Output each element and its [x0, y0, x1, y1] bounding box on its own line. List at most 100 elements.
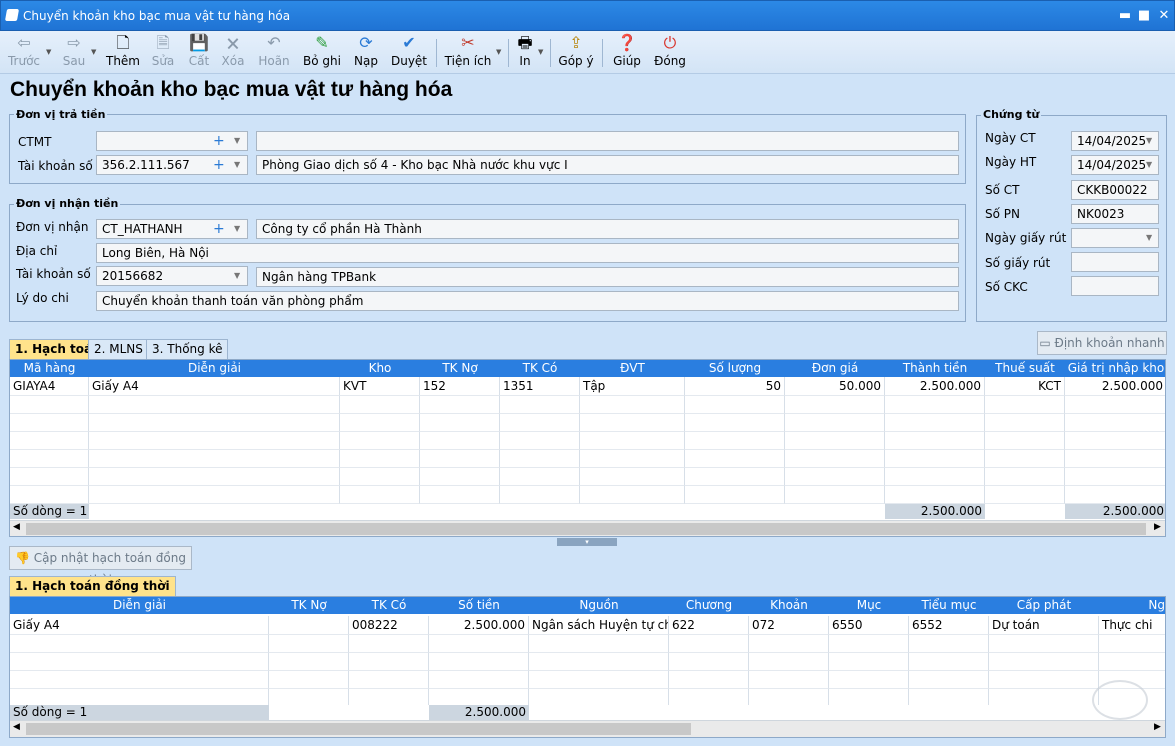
empty-cell[interactable] [89, 396, 340, 414]
close-button[interactable]: ⏻ Đóng [652, 33, 688, 73]
empty-cell[interactable] [985, 450, 1065, 468]
table-cell[interactable]: KCT [985, 377, 1065, 396]
empty-cell[interactable] [420, 396, 500, 414]
empty-cell[interactable] [420, 450, 500, 468]
chevron-down-icon[interactable]: ▼ [234, 132, 240, 150]
minimize-button[interactable]: ▬ [1116, 7, 1134, 25]
empty-cell[interactable] [500, 432, 580, 450]
empty-cell[interactable] [985, 432, 1065, 450]
empty-cell[interactable] [885, 486, 985, 504]
column-header[interactable]: Diễn giải [89, 360, 340, 377]
scrollbar-thumb[interactable] [26, 723, 691, 735]
empty-cell[interactable] [529, 671, 669, 689]
empty-cell[interactable] [10, 468, 89, 486]
empty-cell[interactable] [685, 432, 785, 450]
empty-cell[interactable] [10, 414, 89, 432]
plus-icon[interactable]: + [213, 132, 225, 150]
empty-cell[interactable] [580, 450, 685, 468]
next-dropdown-icon[interactable]: ▼ [91, 48, 96, 56]
column-header[interactable]: Khoản [749, 597, 829, 614]
empty-cell[interactable] [10, 635, 269, 653]
empty-cell[interactable] [420, 468, 500, 486]
table-cell[interactable]: Ngân sách Huyện tự chủ [529, 616, 669, 635]
reload-button[interactable]: ⟳ Nạp [350, 33, 382, 73]
empty-cell[interactable] [580, 486, 685, 504]
back-dropdown-icon[interactable]: ▼ [46, 48, 51, 56]
close-window-button[interactable]: ✕ [1155, 7, 1173, 25]
empty-cell[interactable] [10, 432, 89, 450]
chevron-down-icon[interactable]: ▼ [234, 220, 240, 238]
empty-cell[interactable] [785, 432, 885, 450]
receipt-number-input[interactable]: NK0023 [1071, 204, 1159, 224]
table-cell[interactable]: 622 [669, 616, 749, 635]
scroll-left-icon[interactable]: ◀ [13, 522, 20, 532]
column-header[interactable]: TK Nợ [420, 360, 500, 377]
empty-cell[interactable] [349, 635, 429, 653]
empty-cell[interactable] [669, 671, 749, 689]
empty-cell[interactable] [10, 450, 89, 468]
table-cell[interactable]: 008222 [349, 616, 429, 635]
empty-cell[interactable] [10, 396, 89, 414]
next-button[interactable]: ⇨ Sau [56, 33, 92, 73]
withdraw-number-input[interactable] [1071, 252, 1159, 272]
delete-button[interactable]: 🗙 Xóa [218, 33, 248, 73]
empty-cell[interactable] [89, 486, 340, 504]
empty-cell[interactable] [500, 468, 580, 486]
scroll-left-icon[interactable]: ◀ [13, 722, 20, 732]
empty-cell[interactable] [420, 414, 500, 432]
scroll-right-icon[interactable]: ▶ [1154, 722, 1161, 732]
column-header[interactable]: Nguồn [529, 597, 669, 614]
add-button[interactable]: 🗋 Thêm [105, 33, 141, 73]
empty-cell[interactable] [580, 414, 685, 432]
unpost-button[interactable]: ✎ Bỏ ghi [302, 33, 342, 73]
empty-cell[interactable] [785, 486, 885, 504]
empty-cell[interactable] [349, 671, 429, 689]
chevron-down-icon[interactable]: ▼ [1146, 156, 1152, 174]
chevron-down-icon[interactable]: ▼ [1146, 132, 1152, 150]
empty-cell[interactable] [340, 486, 420, 504]
empty-cell[interactable] [785, 450, 885, 468]
utilities-button[interactable]: ✂ Tiện ích [444, 33, 492, 73]
empty-cell[interactable] [1065, 432, 1165, 450]
maximize-button[interactable]: ■ [1135, 7, 1153, 25]
column-header[interactable]: Cấp phát [989, 597, 1099, 614]
empty-cell[interactable] [529, 635, 669, 653]
edit-button[interactable]: 🗎 Sửa [148, 33, 178, 73]
table-cell[interactable]: KVT [340, 377, 420, 396]
empty-cell[interactable] [1065, 450, 1165, 468]
table-cell[interactable]: 50.000 [785, 377, 885, 396]
payer-account-description[interactable]: Phòng Giao dịch số 4 - Kho bạc Nhà nước … [256, 155, 959, 175]
empty-cell[interactable] [685, 450, 785, 468]
horizontal-scrollbar[interactable]: ◀ ▶ [10, 720, 1165, 737]
empty-cell[interactable] [10, 671, 269, 689]
empty-cell[interactable] [500, 414, 580, 432]
empty-cell[interactable] [785, 414, 885, 432]
print-dropdown-icon[interactable]: ▼ [538, 48, 543, 56]
column-header[interactable]: TK Nợ [269, 597, 349, 614]
empty-cell[interactable] [1065, 486, 1165, 504]
table-cell[interactable]: 152 [420, 377, 500, 396]
chevron-down-icon[interactable]: ▼ [234, 156, 240, 174]
empty-cell[interactable] [749, 653, 829, 671]
empty-cell[interactable] [340, 468, 420, 486]
splitter-handle[interactable]: ▾ [557, 538, 617, 546]
empty-cell[interactable] [669, 635, 749, 653]
empty-cell[interactable] [1099, 635, 1165, 653]
empty-cell[interactable] [500, 450, 580, 468]
utilities-dropdown-icon[interactable]: ▼ [496, 48, 501, 56]
empty-cell[interactable] [429, 671, 529, 689]
empty-cell[interactable] [749, 635, 829, 653]
column-header[interactable]: Chương [669, 597, 749, 614]
payee-unit-name[interactable]: Công ty cổ phần Hà Thành [256, 219, 959, 239]
empty-cell[interactable] [500, 486, 580, 504]
empty-cell[interactable] [1099, 653, 1165, 671]
save-button[interactable]: 💾 Cất [184, 33, 214, 73]
chevron-down-icon[interactable]: ▼ [234, 267, 240, 285]
payee-account-combobox[interactable]: 20156682 [96, 266, 248, 286]
empty-cell[interactable] [580, 396, 685, 414]
table-cell[interactable]: Thực chi [1099, 616, 1165, 635]
table-cell[interactable]: GIAYA4 [10, 377, 89, 396]
empty-cell[interactable] [989, 653, 1099, 671]
ctmt-description[interactable] [256, 131, 959, 151]
table-cell[interactable]: 2.500.000 [429, 616, 529, 635]
